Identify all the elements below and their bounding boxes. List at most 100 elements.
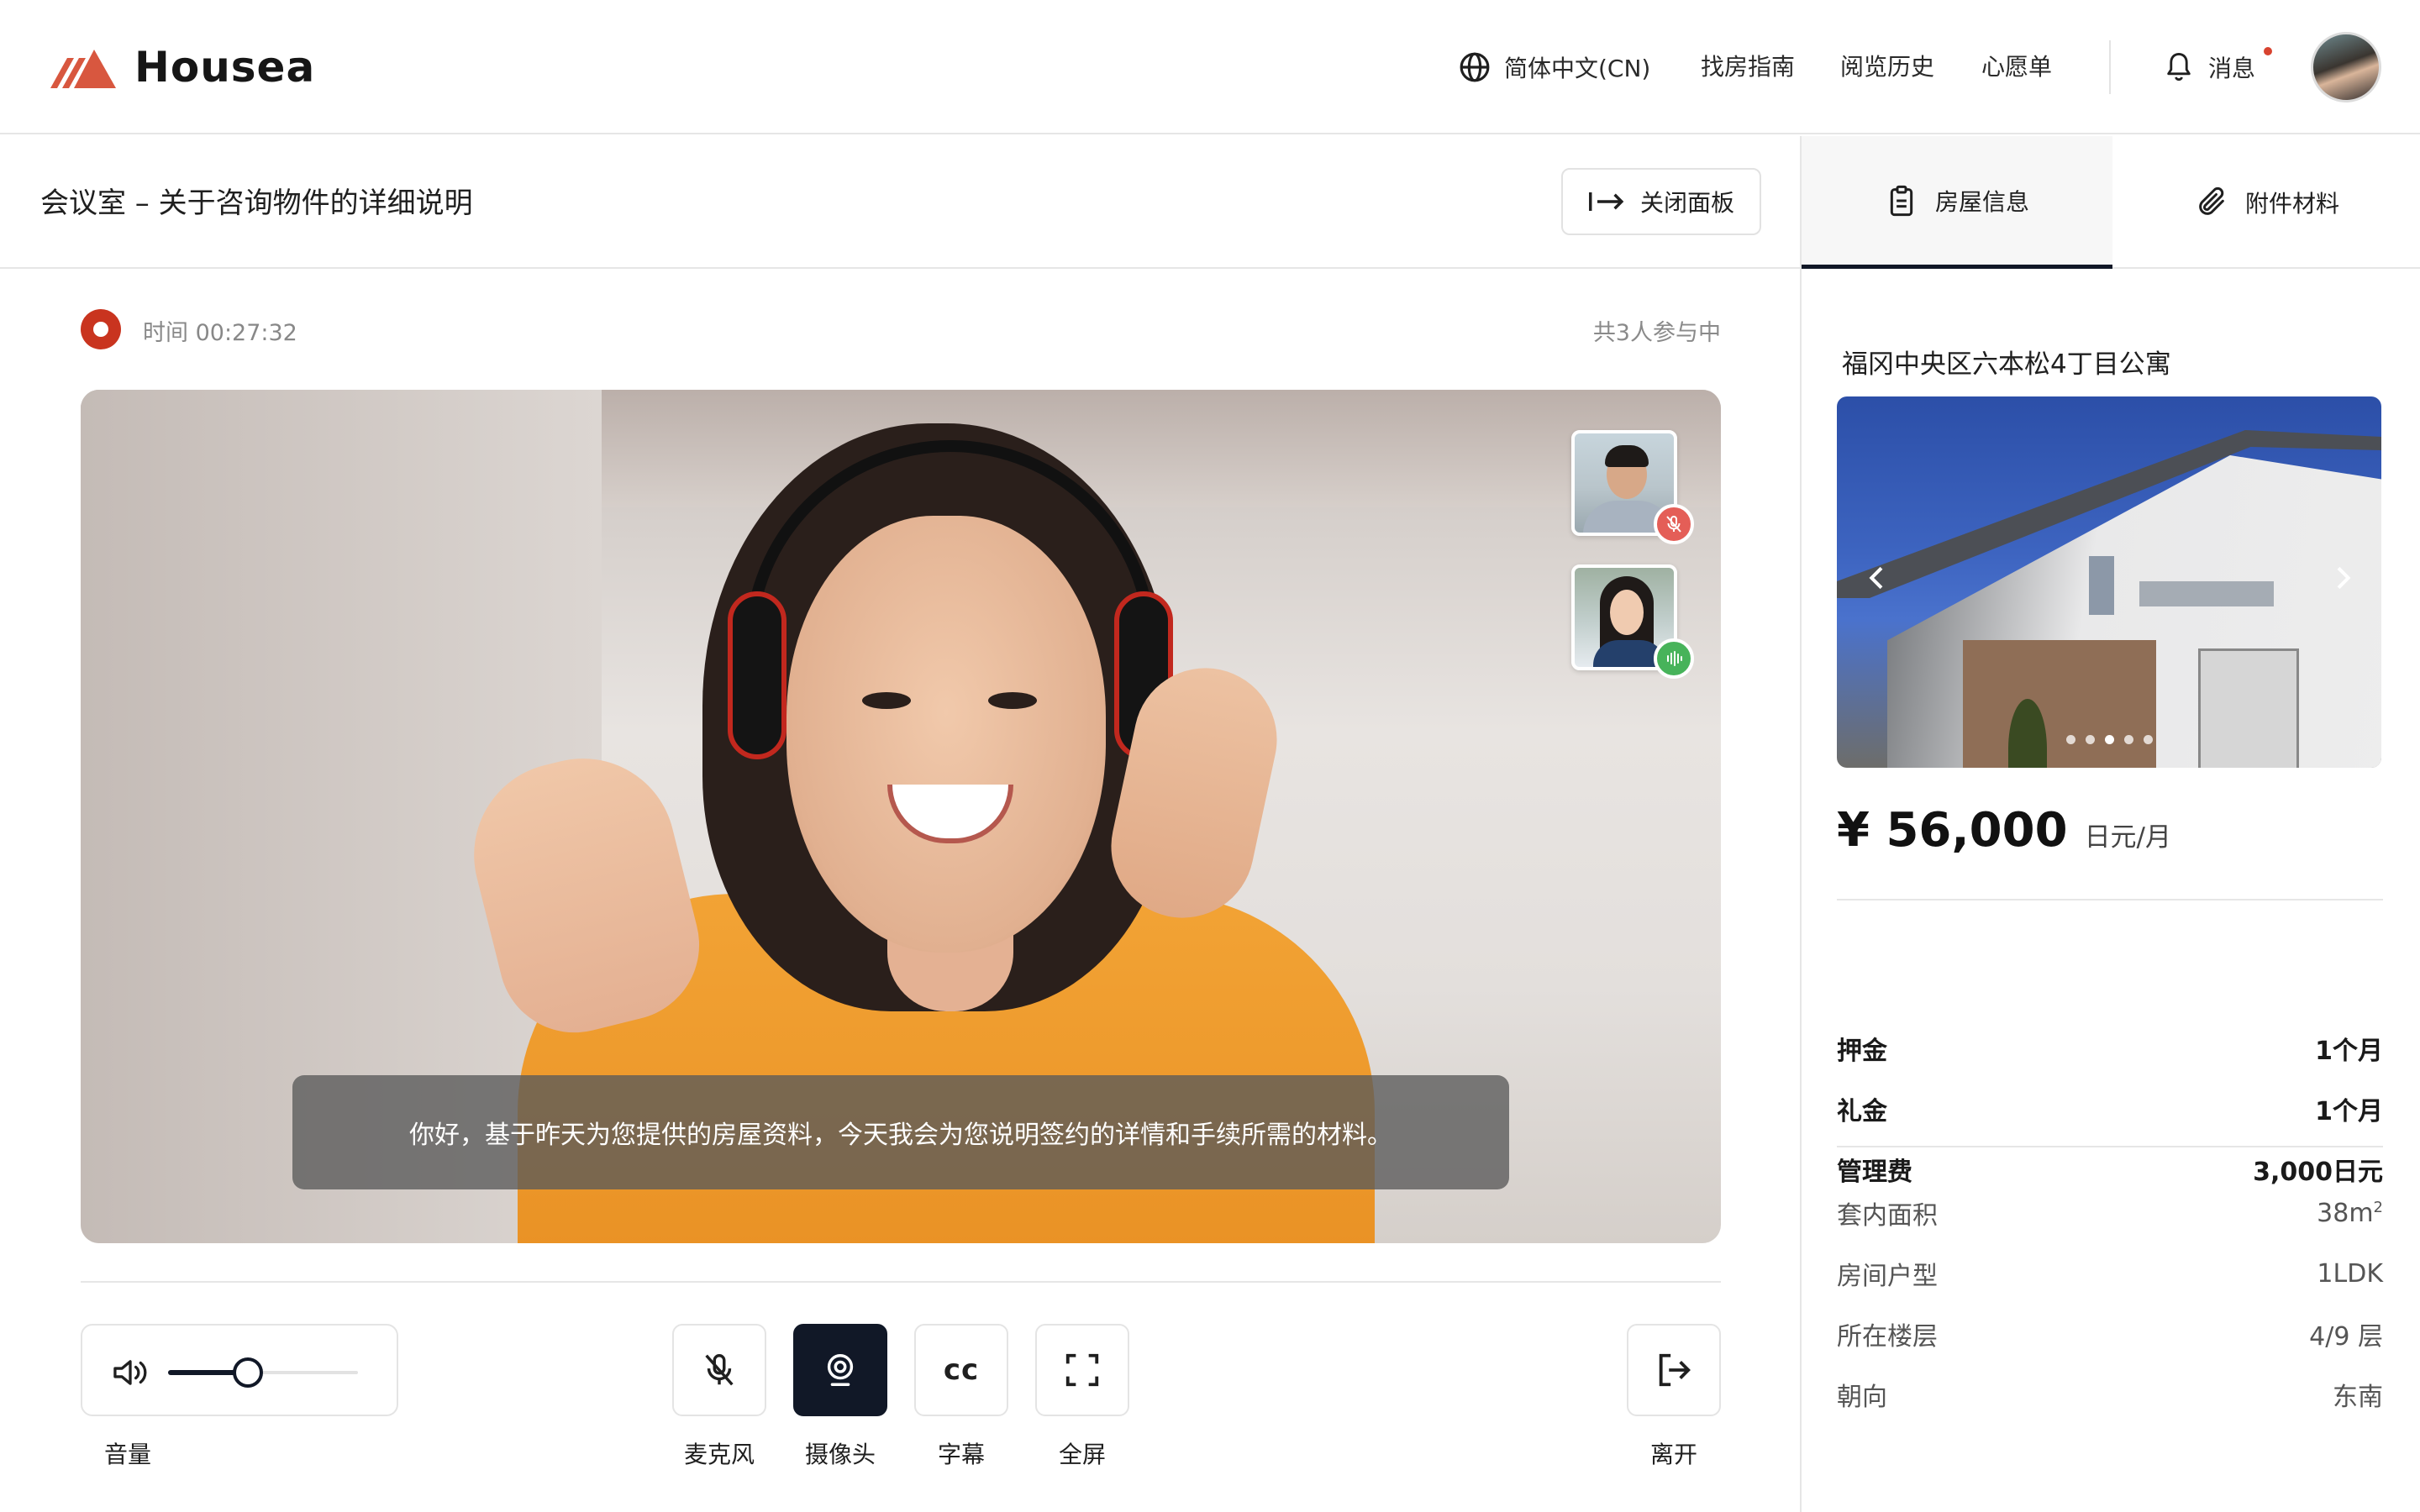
fee-value: 1个月 — [2315, 1037, 2383, 1066]
fullscreen-button[interactable] — [1035, 1324, 1129, 1416]
fee-label: 管理费 — [1837, 1158, 1912, 1187]
volume-label: 音量 — [103, 1441, 151, 1468]
detail-value: 38m2 — [2317, 1199, 2383, 1228]
microphone-label: 麦克风 — [683, 1441, 755, 1468]
headset-earcup — [728, 591, 786, 759]
carousel-next-button[interactable] — [2326, 561, 2360, 595]
captions-button[interactable]: cc — [914, 1324, 1008, 1416]
fee-label: 押金 — [1837, 1037, 1887, 1066]
carousel-dot[interactable] — [2065, 735, 2075, 744]
thumb-head — [1610, 590, 1644, 635]
fee-value: 1个月 — [2315, 1097, 2383, 1126]
photo-window — [2089, 556, 2114, 615]
top-navigation-bar: Housea 简体中文(CN) 找房指南 阅览历史 心愿单 消息 — [0, 0, 2420, 134]
fee-value: 3,000日元 — [2253, 1158, 2383, 1187]
controls-divider — [81, 1281, 1721, 1283]
speaker-icon — [113, 1360, 147, 1385]
tab-house-info[interactable]: 房屋信息 — [1802, 136, 2112, 269]
tab-attachments[interactable]: 附件材料 — [2112, 136, 2420, 269]
price-unit: 日元/月 — [2084, 822, 2172, 853]
fees-divider — [1837, 1146, 2383, 1147]
volume-slider-handle[interactable] — [232, 1357, 263, 1388]
captions-icon: cc — [943, 1353, 980, 1387]
mic-muted-badge-icon — [1654, 504, 1694, 544]
leave-button[interactable] — [1627, 1324, 1721, 1416]
detail-row-layout: 房间户型 1LDK — [1837, 1255, 2383, 1292]
messages-label: 消息 — [2208, 55, 2256, 82]
area-value: 38m — [2317, 1198, 2374, 1228]
price-value: ¥ 56,000 — [1837, 803, 2068, 858]
fee-row-deposit: 押金 1个月 — [1837, 1030, 2383, 1067]
clipboard-icon — [1890, 185, 1913, 216]
mic-off-icon — [705, 1354, 734, 1386]
leave-icon — [1659, 1353, 1691, 1387]
detail-label: 房间户型 — [1837, 1262, 1938, 1291]
meeting-header: 会议室 – 关于咨询物件的详细说明 关闭面板 — [0, 136, 1800, 269]
bell-icon — [2165, 50, 2193, 84]
camera-label: 摄像头 — [804, 1441, 876, 1468]
participant-count: 共3人参与中 — [1592, 320, 1721, 346]
nav-house-guide[interactable]: 找房指南 — [1701, 49, 1795, 86]
meeting-title: 会议室 – 关于咨询物件的详细说明 — [40, 186, 473, 220]
detail-label: 套内面积 — [1837, 1201, 1938, 1231]
carousel-dot[interactable] — [2123, 735, 2133, 744]
leave-label: 离开 — [1649, 1441, 1697, 1468]
messages-button[interactable]: 消息 — [2165, 47, 2272, 86]
close-panel-icon — [1589, 192, 1624, 211]
microphone-button[interactable] — [672, 1324, 766, 1416]
user-avatar[interactable] — [2311, 32, 2381, 102]
detail-value: 4/9 层 — [2309, 1322, 2383, 1352]
video-person-eye — [988, 692, 1037, 709]
close-panel-label: 关闭面板 — [1639, 189, 1734, 217]
globe-icon — [1460, 52, 1490, 82]
detail-value: 1LDK — [2317, 1258, 2383, 1289]
carousel-dot[interactable] — [2085, 735, 2095, 744]
camera-button[interactable] — [793, 1324, 887, 1416]
audio-wave-badge-icon — [1654, 638, 1694, 679]
housea-logo[interactable]: Housea — [50, 42, 315, 92]
language-label: 简体中文(CN) — [1504, 55, 1651, 82]
tab-attachments-label: 附件材料 — [2244, 190, 2339, 218]
fullscreen-icon — [1065, 1353, 1099, 1387]
video-person-eye — [862, 692, 911, 709]
detail-row-floor: 所在楼层 4/9 层 — [1837, 1315, 2383, 1352]
property-photo-carousel[interactable] — [1837, 396, 2381, 768]
language-selector[interactable]: 简体中文(CN) — [1459, 49, 1650, 86]
panel-tabs: 房屋信息 附件材料 — [1802, 136, 2420, 269]
volume-control[interactable] — [81, 1324, 398, 1416]
notification-dot — [2264, 47, 2272, 55]
photo-door — [2198, 648, 2299, 768]
camera-icon — [827, 1354, 854, 1386]
fee-row-key-money: 礼金 1个月 — [1837, 1090, 2383, 1127]
carousel-prev-button[interactable] — [1860, 561, 1894, 595]
nav-browse-history[interactable]: 阅览历史 — [1840, 49, 1934, 86]
property-side-panel: 房屋信息 附件材料 福冈中央区六本松4丁目公寓 ¥ 56,000 日元/月 押金 — [1800, 136, 2420, 1512]
chevron-right-icon — [2337, 566, 2351, 590]
detail-label: 朝向 — [1837, 1383, 1887, 1412]
carousel-dot[interactable] — [2104, 735, 2114, 744]
carousel-indicator — [1837, 735, 2381, 744]
volume-slider-track[interactable] — [168, 1357, 358, 1388]
logo-text: Housea — [134, 43, 316, 92]
paperclip-icon — [2199, 186, 2224, 215]
fullscreen-label: 全屏 — [1058, 1441, 1106, 1468]
meeting-timer: 时间 00:27:32 — [143, 320, 297, 346]
nav-wishlist[interactable]: 心愿单 — [1981, 49, 2052, 86]
price-divider — [1837, 899, 2383, 900]
logo-mark-icon — [50, 50, 116, 88]
photo-balcony — [2139, 581, 2274, 606]
thumb-hair — [1605, 445, 1649, 467]
carousel-dot[interactable] — [2143, 735, 2153, 744]
fee-row-management: 管理费 3,000日元 — [1837, 1151, 2383, 1188]
detail-label: 所在楼层 — [1837, 1322, 1938, 1352]
nav-divider — [2109, 40, 2111, 94]
recording-indicator-icon — [81, 309, 121, 349]
photo-wall — [1963, 640, 2156, 768]
fee-label: 礼金 — [1837, 1097, 1887, 1126]
detail-value: 东南 — [2333, 1383, 2383, 1412]
close-panel-button[interactable]: 关闭面板 — [1561, 168, 1761, 235]
property-title: 福冈中央区六本松4丁目公寓 — [1842, 349, 2171, 380]
captions-label: 字幕 — [937, 1441, 985, 1468]
tab-house-info-label: 房屋信息 — [1934, 187, 2029, 216]
chevron-left-icon — [1869, 566, 1883, 590]
